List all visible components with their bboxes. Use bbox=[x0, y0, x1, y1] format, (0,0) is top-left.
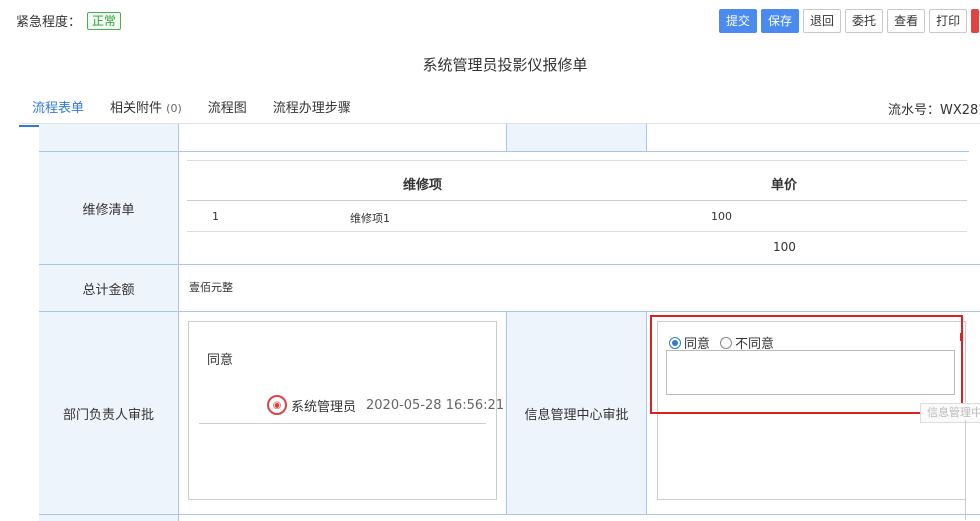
repair-list-label: 维修清单 bbox=[39, 152, 179, 264]
info-center-approval-label: 信息管理中心审批 bbox=[507, 312, 647, 514]
print-button[interactable]: 打印 bbox=[929, 9, 968, 33]
dept-approval-label: 部门负责人审批 bbox=[39, 312, 179, 514]
cut-label-left bbox=[39, 124, 179, 151]
urgency-label: 紧急程度： bbox=[16, 15, 82, 30]
tab-attachments[interactable]: 相关附件 (0) bbox=[97, 91, 195, 127]
info-center-sign-button[interactable]: 信息管理中 bbox=[920, 403, 980, 423]
dept-approval-box: 同意 ◉ 系统管理员 2020-05-28 16:56:21 bbox=[188, 321, 504, 500]
highlight-frame bbox=[650, 315, 963, 414]
total-amount-value: 壹佰元整 bbox=[189, 281, 233, 294]
row-item: 维修项1 bbox=[350, 212, 390, 225]
tab-attachments-label: 相关附件 bbox=[110, 101, 163, 116]
header-item: 维修项 bbox=[403, 178, 443, 193]
tab-bar: 流程表单 相关附件 (0) 流程图 流程办理步骤 bbox=[19, 91, 364, 127]
table-row: 1 维修项1 100 bbox=[187, 202, 967, 232]
delegate-button[interactable]: 委托 bbox=[845, 9, 884, 33]
required-marker bbox=[960, 333, 963, 341]
tab-form-label: 流程表单 bbox=[32, 101, 85, 116]
tab-steps[interactable]: 流程办理步骤 bbox=[260, 91, 364, 127]
row-number: 1 bbox=[212, 210, 219, 223]
tab-flowchart-label: 流程图 bbox=[207, 101, 247, 116]
return-button[interactable]: 退回 bbox=[803, 9, 842, 33]
toolbar: 提交 保存 退回 委托 查看 打印 bbox=[719, 9, 980, 33]
tab-steps-label: 流程办理步骤 bbox=[272, 101, 351, 116]
signer-name: 系统管理员 bbox=[291, 399, 357, 415]
tab-attachments-count: (0) bbox=[166, 102, 182, 115]
urgency-badge: 正常 bbox=[87, 11, 122, 30]
next-row-label bbox=[39, 515, 179, 521]
dept-approval-signature: ◉ 系统管理员 2020-05-28 16:56:21 bbox=[267, 395, 504, 415]
total-price: 100 bbox=[773, 240, 796, 254]
total-amount-label: 总计金额 bbox=[39, 265, 179, 311]
form-row-next bbox=[39, 515, 980, 521]
repair-list-header: 维修项 单价 bbox=[187, 160, 967, 201]
close-button[interactable] bbox=[971, 9, 980, 33]
cut-label-right bbox=[507, 124, 647, 151]
scroll-edge bbox=[965, 420, 966, 520]
tab-form[interactable]: 流程表单 bbox=[19, 91, 98, 127]
form-title: 系统管理员投影仪报修单 bbox=[422, 56, 588, 74]
form-row-total: 总计金额 壹佰元整 bbox=[39, 265, 980, 312]
repair-list-total: 100 bbox=[187, 233, 967, 263]
serial-number: 流水号：WX2816 bbox=[888, 103, 980, 118]
dept-approval-opinion: 同意 bbox=[207, 353, 234, 368]
dept-approval-cell: 同意 ◉ 系统管理员 2020-05-28 16:56:21 bbox=[179, 312, 507, 514]
seal-icon: ◉ bbox=[267, 395, 287, 415]
view-button[interactable]: 查看 bbox=[887, 9, 926, 33]
cut-value-left bbox=[179, 124, 507, 151]
form-row-cut bbox=[39, 124, 969, 152]
signature-divider bbox=[199, 423, 486, 424]
row-price: 100 bbox=[711, 210, 732, 223]
submit-button[interactable]: 提交 bbox=[719, 9, 758, 33]
save-button[interactable]: 保存 bbox=[761, 9, 800, 33]
header-price: 单价 bbox=[771, 178, 798, 193]
sign-time: 2020-05-28 16:56:21 bbox=[366, 397, 505, 413]
urgency-indicator: 紧急程度： 正常 bbox=[16, 11, 122, 30]
tab-flowchart[interactable]: 流程图 bbox=[195, 91, 260, 127]
